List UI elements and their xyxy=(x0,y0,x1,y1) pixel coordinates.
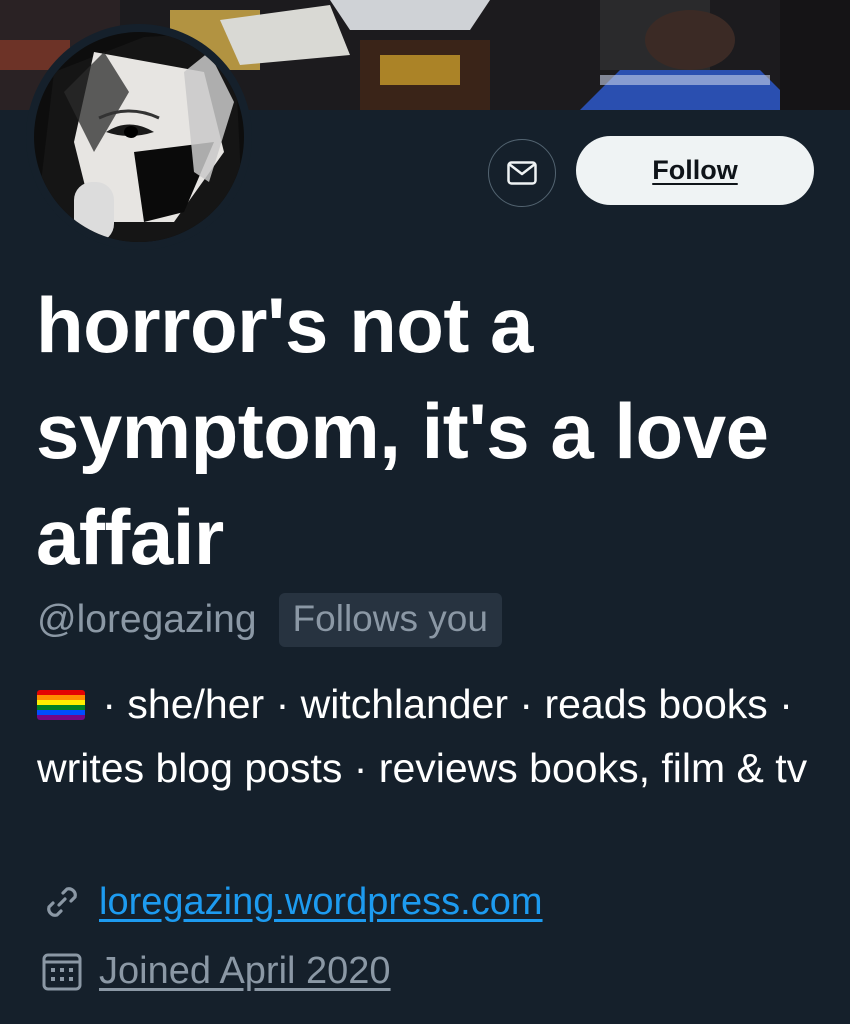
joined-row: Joined April 2020 xyxy=(37,943,391,999)
display-name: horror's not a symptom, it's a love affa… xyxy=(36,281,769,581)
bio-text: · she/her · witchlander · reads books · … xyxy=(37,681,808,791)
avatar-image xyxy=(34,32,244,242)
message-button[interactable] xyxy=(488,139,556,207)
joined-date: Joined April 2020 xyxy=(99,949,391,992)
handle-row: @loregazing Follows you xyxy=(37,592,502,648)
profile-avatar[interactable] xyxy=(26,24,252,250)
username-handle: @loregazing xyxy=(37,598,257,641)
profile-bio: · she/her · witchlander · reads books · … xyxy=(37,672,827,800)
website-row: loregazing.wordpress.com xyxy=(37,874,543,930)
envelope-icon xyxy=(507,161,537,185)
rainbow-flag-icon xyxy=(37,690,85,720)
follow-button[interactable]: Follow xyxy=(576,136,814,205)
link-icon xyxy=(37,877,87,927)
calendar-icon xyxy=(37,946,87,996)
website-link[interactable]: loregazing.wordpress.com xyxy=(99,881,543,924)
follows-you-badge: Follows you xyxy=(278,593,502,647)
